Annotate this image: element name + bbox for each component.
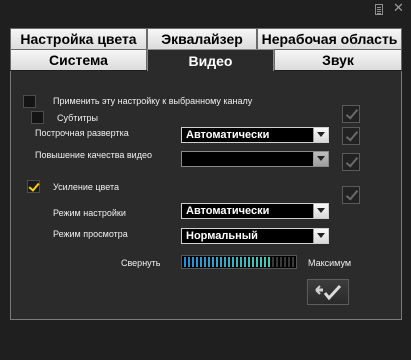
color-boost-indicator — [342, 186, 360, 204]
view-mode-value: Нормальный — [186, 230, 258, 242]
view-mode-select[interactable]: Нормальный — [181, 228, 329, 244]
meter-segment — [276, 257, 278, 267]
meter-segment — [280, 257, 282, 267]
meter-segment — [220, 257, 222, 267]
deinterlace-select[interactable]: Автоматически — [181, 127, 329, 143]
meter-segment — [272, 257, 274, 267]
meter-segment — [260, 257, 262, 267]
meter-segment — [192, 257, 194, 267]
tab-color-settings[interactable]: Настройка цвета — [10, 28, 147, 49]
meter-segment — [264, 257, 266, 267]
deinterlace-indicator — [342, 127, 360, 145]
meter-segment — [292, 257, 294, 267]
meter-segment — [252, 257, 254, 267]
enhance-quality-label: Повышение качества видео — [35, 150, 152, 160]
meter-segment — [240, 257, 242, 267]
close-icon[interactable]: ✕ — [393, 2, 404, 16]
meter-segment — [224, 257, 226, 267]
tab-inactive-area[interactable]: Нерабочая область — [257, 28, 402, 49]
minimum-label: Свернуть — [121, 258, 161, 268]
apply-to-channel-indicator — [342, 105, 360, 123]
meter-segment — [184, 257, 186, 267]
meter-segment — [204, 257, 206, 267]
apply-to-channel-checkbox[interactable] — [23, 95, 36, 108]
color-boost-checkbox[interactable] — [27, 180, 40, 193]
title-bar-icons: ✕ — [375, 2, 404, 16]
enhance-quality-indicator — [342, 153, 360, 171]
meter-segment — [288, 257, 290, 267]
apply-button[interactable] — [307, 279, 349, 305]
meter-segment — [216, 257, 218, 267]
meter-segment — [232, 257, 234, 267]
maximum-label: Максимум — [308, 258, 352, 268]
adjust-mode-value: Автоматически — [186, 205, 270, 217]
apply-check-icon — [315, 284, 342, 301]
video-settings-panel: Применить эту настройку к выбранному кан… — [10, 71, 402, 320]
meter-segment — [256, 257, 258, 267]
enhance-quality-select[interactable] — [181, 151, 329, 167]
adjust-mode-label: Режим настройки — [53, 208, 126, 218]
deinterlace-value: Автоматически — [186, 129, 270, 141]
meter-segment — [208, 257, 210, 267]
deinterlace-label: Построчная развертка — [35, 128, 129, 138]
meter-segment — [248, 257, 250, 267]
adjust-mode-select[interactable]: Автоматически — [181, 203, 329, 219]
meter-segment — [236, 257, 238, 267]
meter-segment — [268, 257, 270, 267]
chevron-down-icon[interactable] — [313, 204, 328, 218]
tab-video[interactable]: Видео — [147, 49, 274, 71]
tab-sound[interactable]: Звук — [274, 49, 402, 70]
color-boost-label: Усиление цвета — [53, 182, 119, 192]
meter-segment — [212, 257, 214, 267]
view-mode-label: Режим просмотра — [53, 229, 128, 239]
meter-segment — [200, 257, 202, 267]
meter-segment — [188, 257, 190, 267]
apply-to-channel-label: Применить эту настройку к выбранному кан… — [53, 96, 253, 106]
meter-segment — [228, 257, 230, 267]
subtitles-label: Субтитры — [57, 113, 99, 123]
tab-equalizer[interactable]: Эквалайзер — [147, 28, 257, 49]
chevron-down-icon[interactable] — [313, 152, 328, 166]
document-icon[interactable] — [375, 4, 383, 15]
meter-segment — [284, 257, 286, 267]
tab-system[interactable]: Система — [10, 49, 147, 70]
subtitles-checkbox[interactable] — [31, 111, 44, 124]
color-boost-level-meter[interactable] — [181, 255, 297, 269]
meter-segment — [244, 257, 246, 267]
chevron-down-icon[interactable] — [313, 128, 328, 142]
meter-segment — [196, 257, 198, 267]
chevron-down-icon[interactable] — [313, 229, 328, 243]
